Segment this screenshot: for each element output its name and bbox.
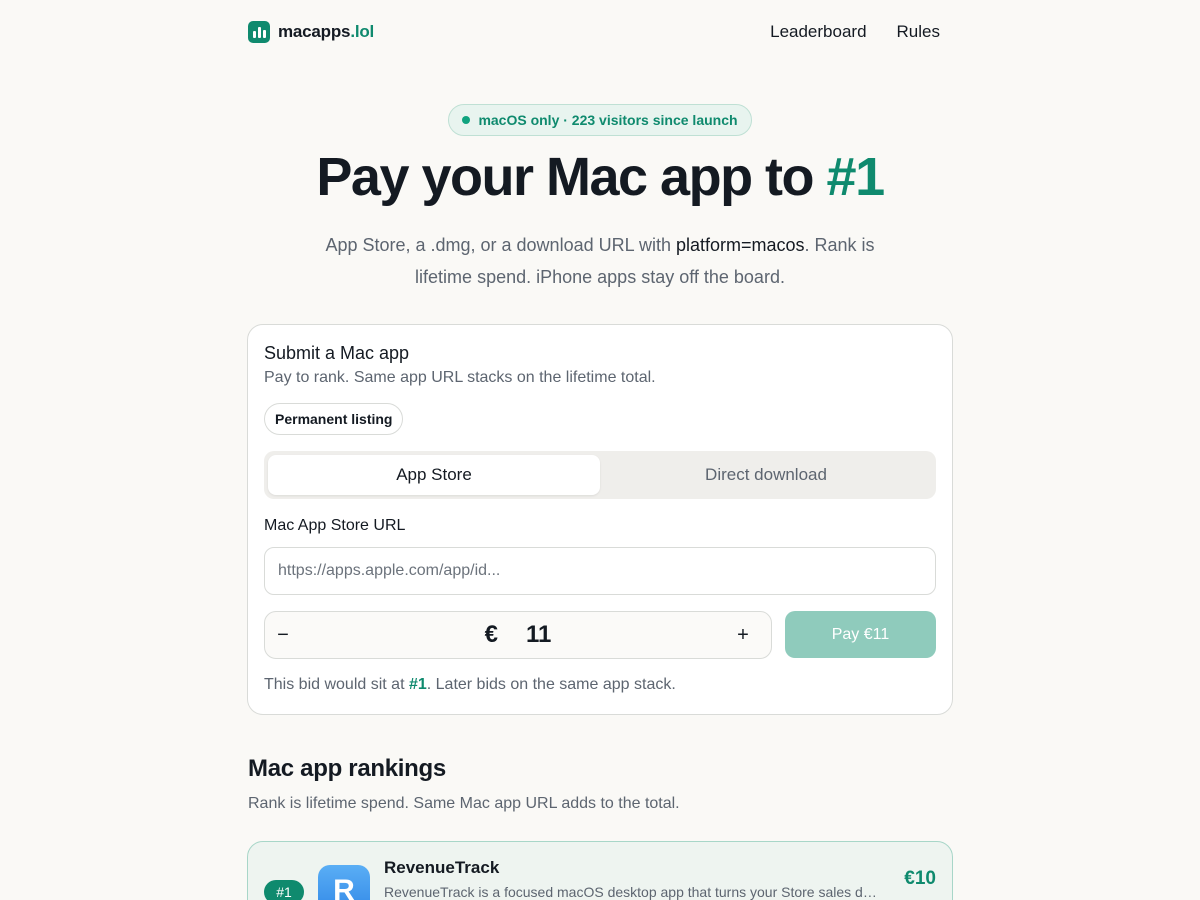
bar-chart-logo-icon <box>248 21 270 43</box>
page: macapps.lol Leaderboard Rules macOS only… <box>0 0 1200 900</box>
submit-card-title: Submit a Mac app <box>264 343 410 363</box>
submit-card: Submit a Mac app Pay to rank. Same app U… <box>247 324 953 715</box>
source-type-toggle: App Store Direct download <box>264 451 936 499</box>
app-store-url-label: Mac App Store URL <box>264 517 406 534</box>
app-total-spend: €10 <box>904 868 936 889</box>
currency-symbol: € <box>484 621 498 648</box>
tab-app-store[interactable]: App Store <box>268 455 600 495</box>
app-icon: R <box>318 865 370 900</box>
tab-direct-download[interactable]: Direct download <box>600 455 932 495</box>
status-dot-icon <box>462 116 471 124</box>
app-name: RevenueTrack <box>384 858 500 877</box>
site-header: macapps.lol Leaderboard Rules <box>248 20 940 44</box>
bid-note-before: This bid would sit at <box>264 676 409 693</box>
logo-tld: .lol <box>350 22 375 41</box>
bid-position-note: This bid would sit at #1. Later bids on … <box>264 676 676 694</box>
nav-rules-link[interactable]: Rules <box>897 22 940 42</box>
bid-note-rank: #1 <box>408 676 427 693</box>
rankings-title: Mac app rankings <box>248 755 446 782</box>
pay-button[interactable]: Pay €11 <box>785 611 936 658</box>
hero-sub-before: App Store, a .dmg, or a download URL wit… <box>325 235 676 255</box>
logo-name: macapps <box>278 22 351 41</box>
rank-badge: #1 <box>264 880 304 900</box>
increase-bid-button[interactable]: + <box>725 612 761 658</box>
app-store-url-input[interactable] <box>264 547 936 595</box>
ranking-row[interactable]: #1 R RevenueTrack RevenueTrack is a focu… <box>247 841 953 900</box>
bid-amount-value: 11 <box>525 621 552 648</box>
status-pill: macOS only · 223 visitors since launch <box>448 104 752 136</box>
hero-title: Pay your Mac app to #1 <box>0 146 1200 208</box>
hero-title-accent: #1 <box>826 147 886 207</box>
main-nav: Leaderboard Rules <box>770 22 940 42</box>
rankings-subtitle: Rank is lifetime spend. Same Mac app URL… <box>248 795 680 812</box>
logo-link[interactable]: macapps.lol <box>248 21 374 43</box>
hero-sub-code: platform=macos <box>675 235 805 255</box>
permanent-listing-chip: Permanent listing <box>264 403 404 435</box>
status-pill-text: macOS only · 223 visitors since launch <box>478 112 738 128</box>
submit-card-subtitle: Pay to rank. Same app URL stacks on the … <box>264 369 656 386</box>
bid-amount-display[interactable]: € 11 <box>265 612 771 658</box>
logo-text: macapps.lol <box>278 22 374 42</box>
hero-subtitle: App Store, a .dmg, or a download URL wit… <box>300 229 900 293</box>
bid-note-after: . Later bids on the same app stack. <box>426 676 676 693</box>
hero-title-main: Pay your Mac app to <box>316 147 827 207</box>
nav-leaderboard-link[interactable]: Leaderboard <box>770 22 866 42</box>
bid-amount-stepper: − € 11 + <box>264 611 772 659</box>
app-description: RevenueTrack is a focused macOS desktop … <box>384 884 878 900</box>
